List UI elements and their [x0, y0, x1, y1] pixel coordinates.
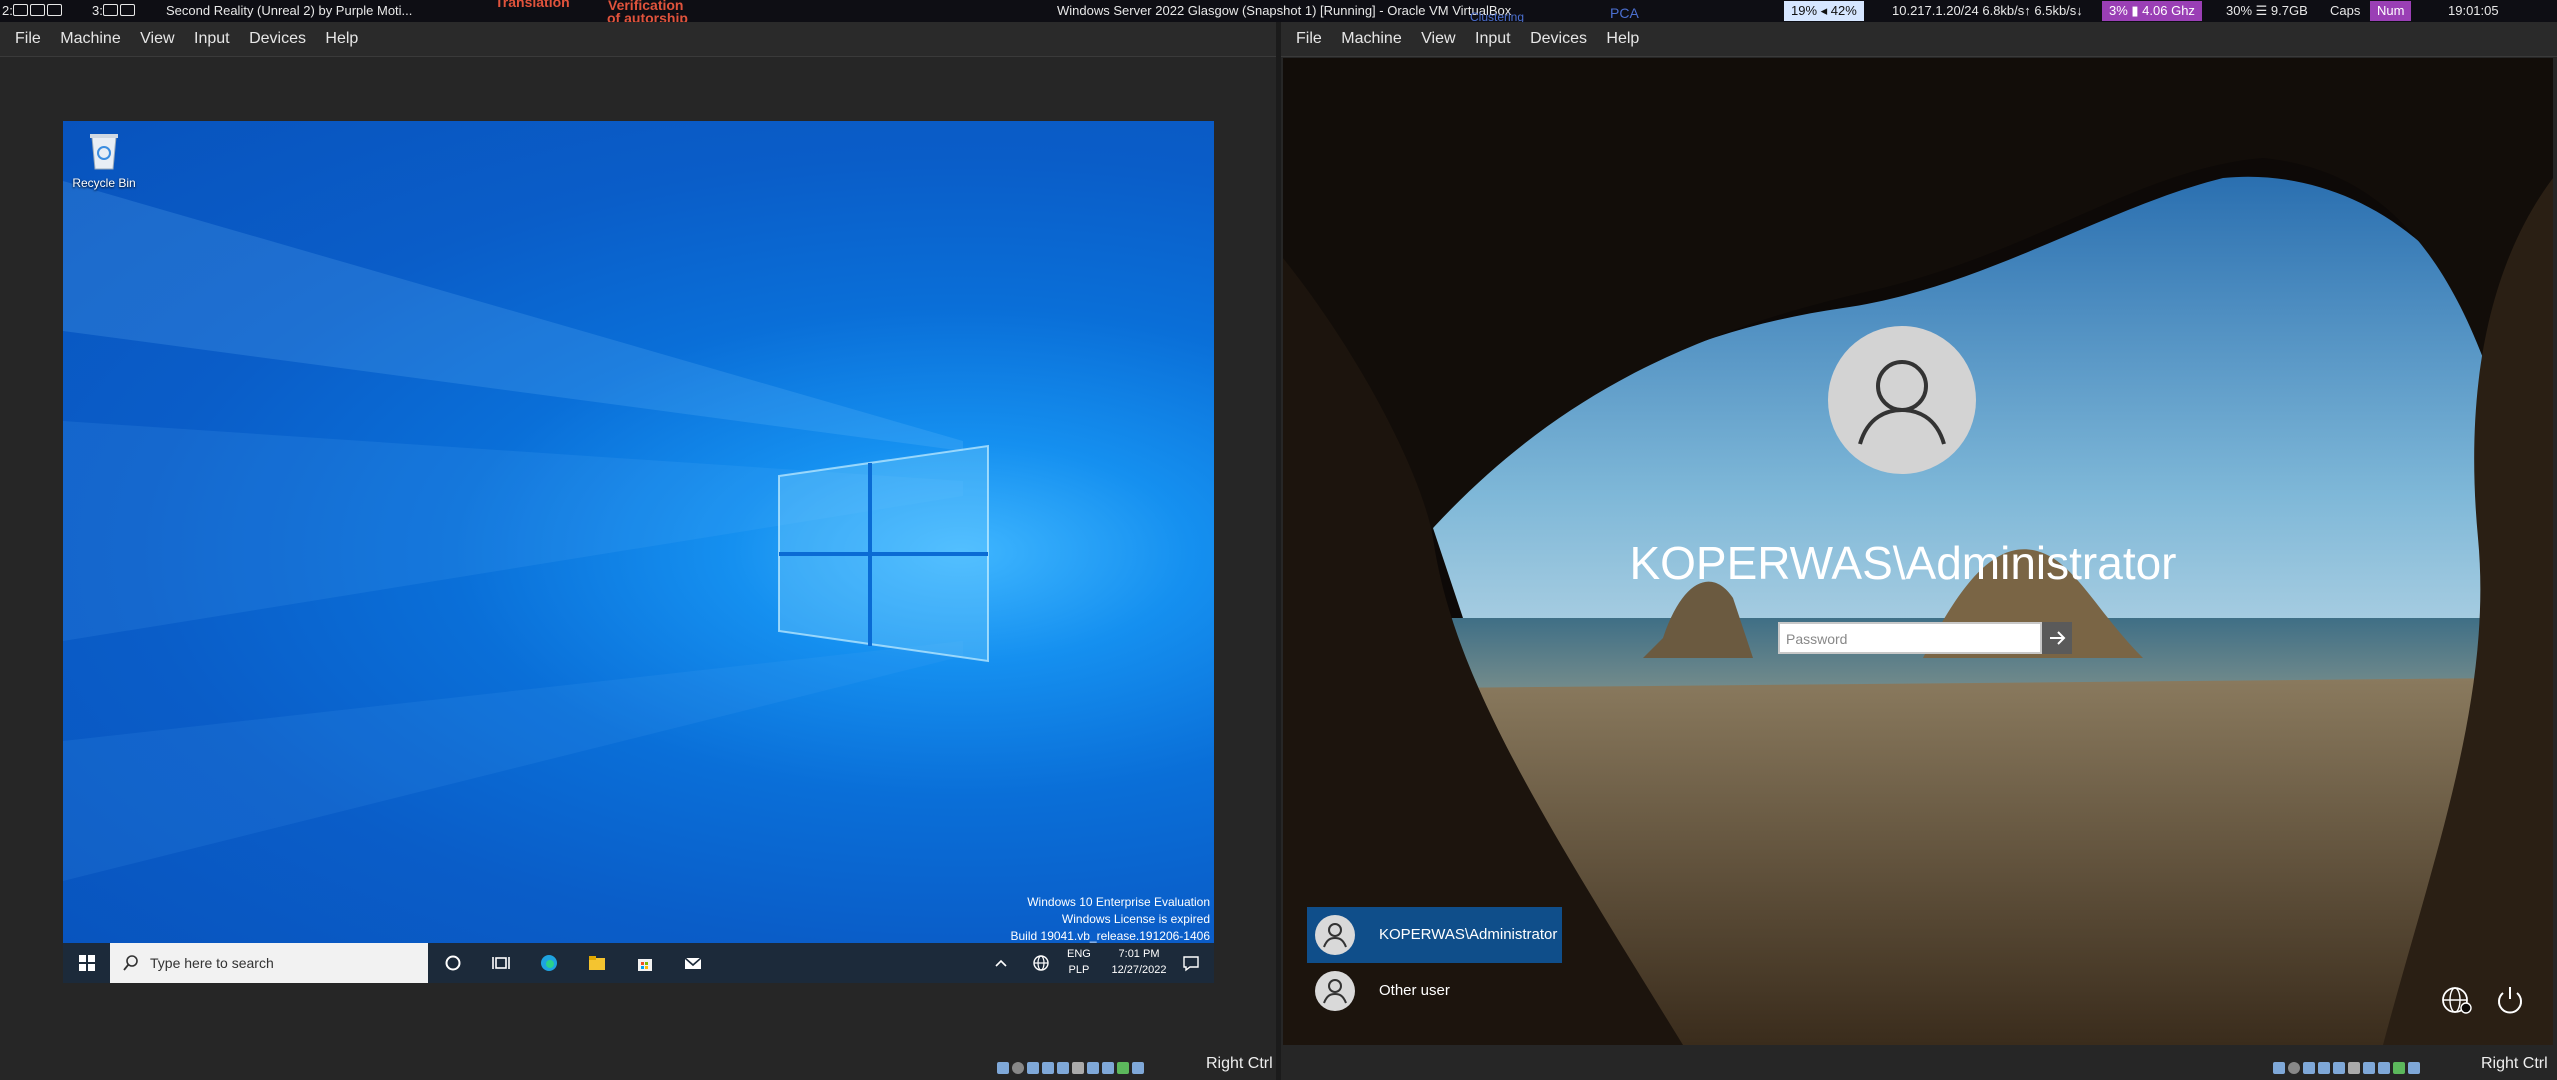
user-tile-label: Other user: [1379, 982, 1450, 999]
notification-icon[interactable]: [1181, 953, 1201, 973]
menu-devices[interactable]: Devices: [1530, 22, 1587, 56]
password-input[interactable]: Password: [1778, 622, 2042, 654]
menu-input[interactable]: Input: [1475, 22, 1511, 56]
left-window-title[interactable]: Second Reality (Unreal 2) by Purple Moti…: [166, 3, 412, 18]
watermark-build: Build 19041.vb_release.191206-1406: [1010, 929, 1211, 943]
task-view-icon[interactable]: [491, 953, 511, 973]
vm-menubar: File Machine View Input Devices Help: [0, 22, 1276, 57]
menu-machine[interactable]: Machine: [1341, 22, 1401, 56]
workspace-2[interactable]: 2:: [2, 3, 64, 18]
system-top-bar: 2: 3: Second Reality (Unreal 2) by Purpl…: [0, 0, 2557, 22]
menu-devices[interactable]: Devices: [249, 22, 306, 56]
taskbar-search-box[interactable]: Type here to search: [110, 943, 428, 983]
recycle-bin-label: Recycle Bin: [72, 176, 136, 190]
edge-icon[interactable]: [539, 953, 559, 973]
user-icon: [1315, 915, 1355, 955]
network-widget: 10.217.1.20/24 6.8kb/s↑ 6.5kb/s↓: [1892, 3, 2083, 18]
user-avatar-large: [1828, 326, 1976, 474]
active-window-title: Windows Server 2022 Glasgow (Snapshot 1)…: [1057, 3, 1512, 18]
taskbar: Type here to search ENG PLP 7:01 PM 12/27/…: [63, 943, 1214, 983]
menu-view[interactable]: View: [140, 22, 174, 56]
mail-icon[interactable]: [683, 953, 703, 973]
cpu-widget: 3% ▮ 4.06 Ghz: [2102, 1, 2202, 21]
caps-indicator: Caps: [2330, 3, 2361, 18]
wallpaper-text: Translation: [495, 0, 570, 10]
search-placeholder: Type here to search: [150, 955, 274, 971]
login-username: KOPERWAS\Administrator: [1629, 537, 2177, 589]
arrow-right-icon: [2050, 631, 2066, 645]
menu-view[interactable]: View: [1421, 22, 1455, 56]
chevron-up-icon[interactable]: [991, 953, 1011, 973]
vm-statusbar: Right Ctrl: [1281, 1050, 2557, 1080]
wallpaper-text: Clustering: [1470, 10, 1525, 22]
window-icon: [46, 4, 62, 16]
menu-file[interactable]: File: [1296, 22, 1322, 56]
vm-status-icons[interactable]: [997, 1059, 1147, 1074]
clock: 19:01:05: [2448, 3, 2499, 18]
submit-arrow-button[interactable]: [2042, 622, 2072, 654]
menu-help[interactable]: Help: [325, 22, 358, 56]
menu-help[interactable]: Help: [1606, 22, 1639, 56]
watermark-edition: Windows 10 Enterprise Evaluation: [1027, 895, 1210, 909]
power-icon[interactable]: [2493, 983, 2527, 1017]
cortana-icon[interactable]: [443, 953, 463, 973]
menu-input[interactable]: Input: [194, 22, 230, 56]
recycle-bin-icon: [90, 134, 118, 170]
network-icon[interactable]: [1031, 953, 1051, 973]
user-tile-label: KOPERWAS\Administrator: [1379, 926, 1558, 943]
taskbar-clock[interactable]: 7:01 PM 12/27/2022: [1099, 946, 1179, 978]
language-indicator[interactable]: ENG PLP: [1067, 946, 1091, 978]
volume-widget[interactable]: 19% ◂ 42%: [1784, 1, 1864, 21]
memory-widget: 30% ☰ 9.7GB: [2226, 3, 2308, 18]
win10-desktop[interactable]: Recycle Bin Windows 10 Enterprise Evalua…: [63, 121, 1214, 983]
host-key-label: Right Ctrl: [2481, 1055, 2548, 1072]
window-icon: [119, 4, 135, 16]
wallpaper-beams: [63, 181, 989, 881]
num-indicator: Num: [2370, 1, 2412, 21]
server-login-screen[interactable]: KOPERWAS\Administrator Password KOPERWAS…: [1283, 58, 2553, 1045]
store-icon[interactable]: [635, 953, 655, 973]
window-icon: [102, 4, 118, 16]
vm-status-icons[interactable]: [2273, 1059, 2423, 1074]
windows-start-icon[interactable]: [77, 953, 97, 973]
vm-menubar: File Machine View Input Devices Help: [1281, 22, 2557, 57]
host-key-label: Right Ctrl: [1206, 1055, 1273, 1072]
wallpaper-text: of autorship: [607, 10, 688, 22]
password-placeholder: Password: [1786, 631, 1848, 647]
file-explorer-icon[interactable]: [587, 953, 607, 973]
accessibility-network-icon[interactable]: [2440, 983, 2474, 1017]
user-tile-other[interactable]: Other user: [1307, 963, 1562, 1019]
user-tile-administrator[interactable]: KOPERWAS\Administrator: [1307, 907, 1562, 963]
menu-machine[interactable]: Machine: [60, 22, 120, 56]
user-icon: [1315, 971, 1355, 1011]
workspace-3[interactable]: 3:: [92, 3, 137, 18]
vm-statusbar: Right Ctrl: [0, 1050, 1276, 1080]
wallpaper-text: PCA: [1610, 5, 1639, 21]
user-icon: [1858, 360, 1946, 445]
window-icon: [29, 4, 45, 16]
menu-file[interactable]: File: [15, 22, 41, 56]
window-icon: [12, 4, 28, 16]
search-icon: [123, 955, 138, 971]
watermark-license: Windows License is expired: [1061, 912, 1210, 926]
recycle-bin[interactable]: Recycle Bin: [69, 131, 139, 190]
